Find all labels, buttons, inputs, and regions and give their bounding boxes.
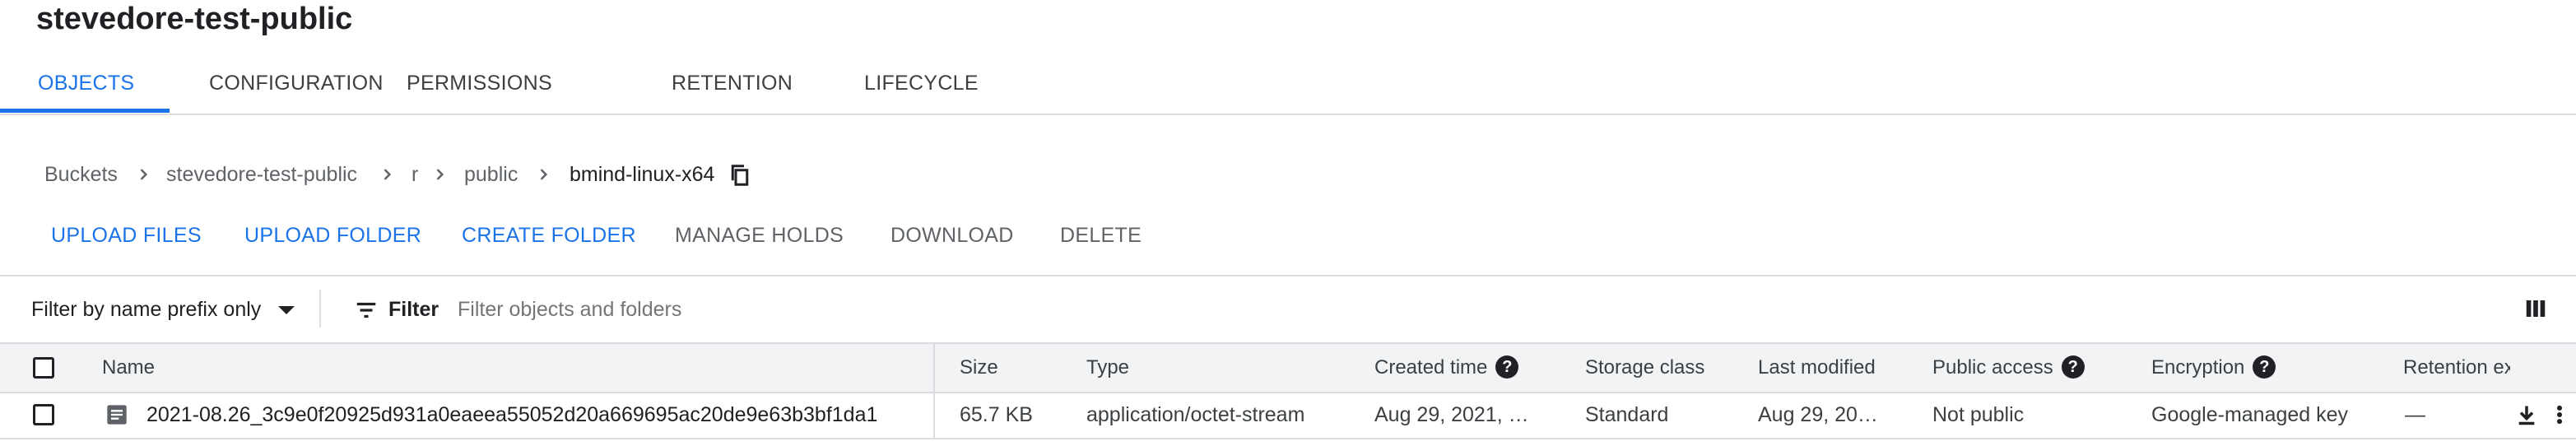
filter-icon[interactable] bbox=[354, 298, 379, 323]
tabs-divider bbox=[0, 114, 2576, 115]
column-header-created[interactable]: Created time? bbox=[1374, 344, 1519, 392]
filter-label[interactable]: Filter bbox=[388, 295, 439, 324]
more-vert-icon[interactable] bbox=[2548, 403, 2571, 426]
object-type: application/octet-stream bbox=[1086, 403, 1305, 426]
delete-button[interactable]: DELETE bbox=[1060, 219, 1142, 252]
chevron-right-icon bbox=[384, 169, 392, 180]
chevron-right-icon bbox=[540, 169, 548, 180]
column-header-created-label: Created time bbox=[1374, 356, 1488, 379]
upload-files-button[interactable]: UPLOAD FILES bbox=[51, 219, 202, 252]
breadcrumb-folder-public[interactable]: public bbox=[464, 158, 518, 191]
object-storage-class: Standard bbox=[1585, 403, 1669, 426]
download-button[interactable]: DOWNLOAD bbox=[890, 219, 1014, 252]
column-header-modified[interactable]: Last modified bbox=[1758, 344, 1876, 392]
tab-configuration[interactable]: CONFIGURATION bbox=[209, 58, 384, 115]
upload-folder-button[interactable]: UPLOAD FOLDER bbox=[244, 219, 421, 252]
breadcrumb-current: bmind-linux-x64 bbox=[570, 163, 715, 186]
file-icon bbox=[107, 405, 127, 425]
row-checkbox[interactable] bbox=[33, 404, 54, 425]
object-retention: — bbox=[2405, 403, 2425, 426]
filter-bar: Filter by name prefix only Filter bbox=[0, 276, 2576, 342]
object-created-time: Aug 29, 2021, … bbox=[1374, 403, 1529, 426]
filter-separator bbox=[319, 290, 321, 328]
breadcrumb-bucket[interactable]: stevedore-test-public bbox=[166, 158, 357, 191]
column-header-type[interactable]: Type bbox=[1086, 344, 1129, 392]
table-row[interactable]: 2021-08.26_3c9e0f20925d931a0eaeea55052d2… bbox=[0, 392, 2576, 439]
bucket-title: stevedore-test-public bbox=[36, 2, 353, 36]
breadcrumb-buckets[interactable]: Buckets bbox=[44, 158, 118, 191]
breadcrumb-folder-r[interactable]: r bbox=[412, 158, 418, 191]
object-public-access: Not public bbox=[1932, 403, 2025, 426]
object-last-modified: Aug 29, 20… bbox=[1758, 403, 1878, 426]
filter-mode-select[interactable]: Filter by name prefix only bbox=[31, 295, 261, 324]
tab-bar: OBJECTS CONFIGURATION PERMISSIONS RETENT… bbox=[0, 58, 2576, 115]
copy-icon[interactable] bbox=[728, 163, 752, 188]
tab-permissions[interactable]: PERMISSIONS bbox=[407, 58, 552, 115]
dropdown-arrow-icon[interactable] bbox=[278, 306, 295, 314]
tab-objects[interactable]: OBJECTS bbox=[38, 58, 134, 115]
table-header: Name Size Type Created time? Storage cla… bbox=[0, 344, 2576, 393]
help-icon[interactable]: ? bbox=[1495, 355, 1519, 379]
chevron-right-icon bbox=[436, 169, 444, 180]
tab-retention[interactable]: RETENTION bbox=[672, 58, 793, 115]
create-folder-button[interactable]: CREATE FOLDER bbox=[462, 219, 636, 252]
column-header-retention[interactable]: Retention ex bbox=[2403, 344, 2510, 392]
object-name-link[interactable]: 2021-08.26_3c9e0f20925d931a0eaeea55052d2… bbox=[146, 392, 920, 438]
active-tab-indicator bbox=[0, 109, 170, 113]
manage-holds-button[interactable]: MANAGE HOLDS bbox=[675, 219, 844, 252]
object-encryption: Google-managed key bbox=[2151, 403, 2349, 426]
object-size: 65.7 KB bbox=[960, 403, 1033, 426]
column-header-size[interactable]: Size bbox=[960, 344, 998, 392]
column-header-public-access-label: Public access bbox=[1932, 356, 2053, 379]
column-header-encryption-label: Encryption bbox=[2151, 356, 2245, 379]
select-all-checkbox[interactable] bbox=[33, 357, 54, 379]
column-divider bbox=[933, 392, 935, 438]
filter-input[interactable] bbox=[458, 295, 1198, 324]
column-header-encryption[interactable]: Encryption? bbox=[2151, 344, 2276, 392]
tab-lifecycle[interactable]: LIFECYCLE bbox=[864, 58, 979, 115]
help-icon[interactable]: ? bbox=[2061, 355, 2085, 379]
column-header-storage-class[interactable]: Storage class bbox=[1585, 344, 1704, 392]
column-display-icon[interactable] bbox=[2523, 296, 2548, 321]
chevron-right-icon bbox=[140, 169, 148, 180]
column-header-public-access[interactable]: Public access? bbox=[1932, 344, 2085, 392]
column-resizer[interactable] bbox=[933, 344, 935, 392]
download-icon[interactable] bbox=[2515, 403, 2538, 426]
help-icon[interactable]: ? bbox=[2253, 355, 2276, 379]
column-header-name[interactable]: Name bbox=[102, 344, 155, 392]
